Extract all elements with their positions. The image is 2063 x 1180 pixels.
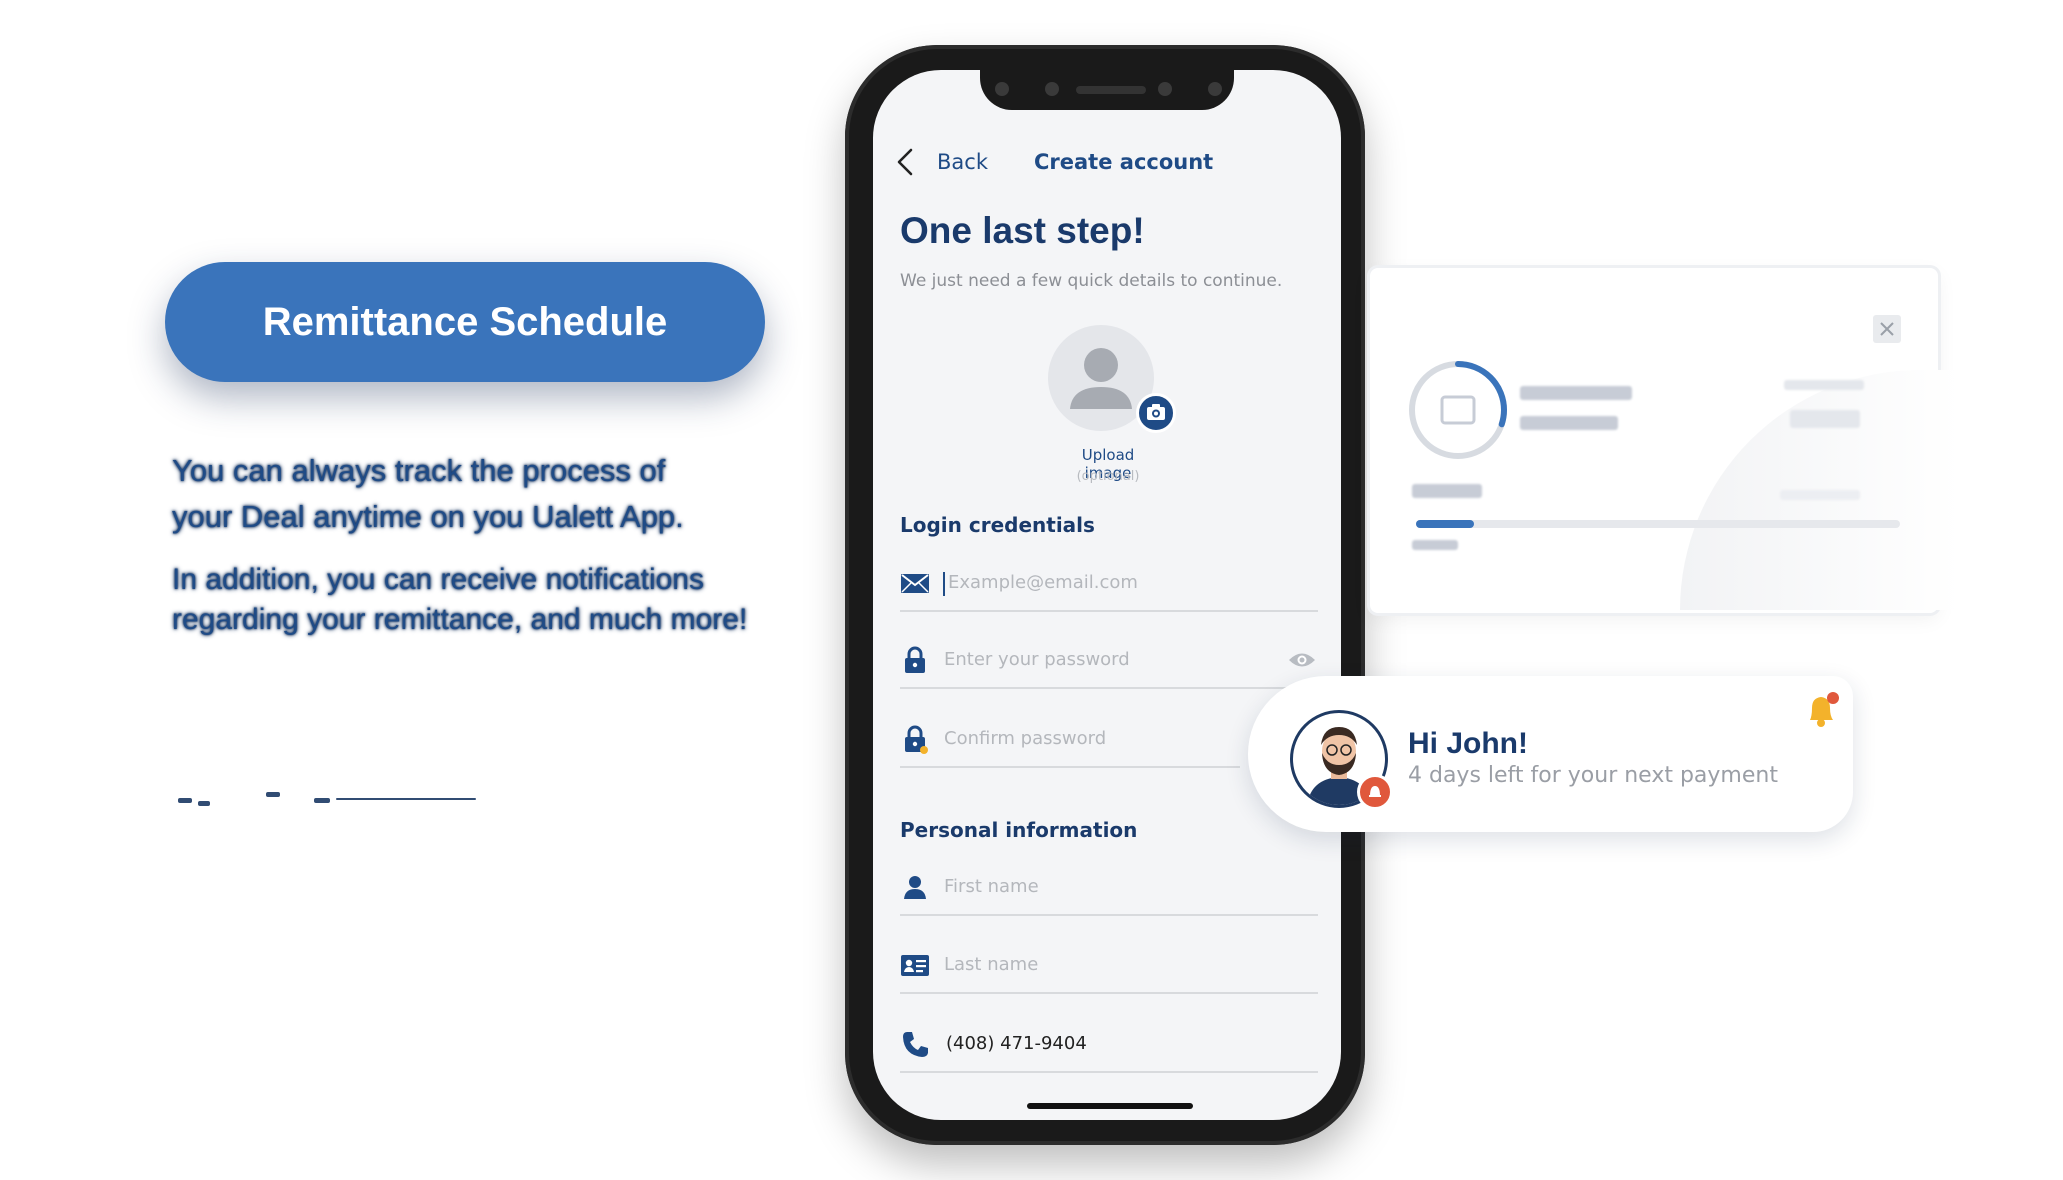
redacted-text [1790, 410, 1860, 428]
envelope-icon [901, 574, 929, 593]
lock-icon [905, 646, 925, 673]
screen-title: Create account [1034, 150, 1214, 174]
confirm-password-field[interactable]: Confirm password [900, 712, 1240, 768]
confirm-password-placeholder: Confirm password [944, 728, 1107, 749]
redacted-text [1520, 386, 1632, 400]
promo-description: You can always track the process of your… [172, 448, 772, 540]
promo-line-2: your Deal anytime on you Ualett App. [172, 499, 684, 534]
page-title: One last step! [900, 210, 1145, 251]
text-cursor [943, 572, 945, 596]
camera-dot [1158, 82, 1172, 96]
login-credentials-heading: Login credentials [900, 513, 1095, 537]
progress-track [1416, 520, 1900, 528]
last-name-field[interactable]: Last name [900, 938, 1318, 994]
last-name-placeholder: Last name [944, 954, 1039, 975]
calendar-icon [1440, 395, 1476, 425]
redacted-text [1412, 484, 1482, 498]
promo-paragraph-2: In addition, you can receive notificatio… [172, 563, 748, 636]
close-icon[interactable] [1873, 315, 1901, 343]
camera-icon[interactable] [1136, 393, 1176, 433]
decorative-dashes [176, 792, 476, 806]
home-indicator [1027, 1103, 1193, 1109]
progress-ring [1409, 361, 1507, 459]
camera-dot [995, 82, 1009, 96]
phone-number-value: (408) 471-9404 [946, 1033, 1087, 1054]
eye-icon[interactable] [1288, 651, 1316, 669]
first-name-placeholder: First name [944, 876, 1039, 897]
redacted-text [1412, 540, 1458, 550]
password-placeholder: Enter your password [944, 649, 1130, 670]
notification-dot [1827, 692, 1839, 704]
promo-line-1: You can always track the process of [172, 453, 666, 488]
progress-fill [1416, 520, 1475, 528]
remittance-schedule-heading: Remittance Schedule [165, 262, 765, 382]
notification-message: 4 days left for your next payment [1408, 763, 1778, 788]
id-card-icon [901, 955, 929, 976]
camera-dot [1208, 82, 1222, 96]
phone-number-field[interactable]: (408) 471-9404 [900, 1017, 1318, 1073]
camera-dot [1045, 82, 1059, 96]
redacted-text [1780, 490, 1860, 500]
page-subtitle: We just need a few quick details to cont… [900, 271, 1283, 291]
first-name-field[interactable]: First name [900, 860, 1318, 916]
back-button[interactable]: Back [937, 150, 988, 174]
alert-badge [1357, 774, 1393, 810]
speaker-grille [1076, 86, 1146, 94]
redacted-text [1520, 416, 1618, 430]
email-field[interactable]: Example@email.com [900, 556, 1318, 612]
bell-icon[interactable] [1804, 690, 1840, 730]
person-icon [904, 876, 926, 899]
lock-warning-icon [905, 725, 928, 754]
upload-optional-note: (optional) [1076, 469, 1140, 484]
password-field[interactable]: Enter your password [900, 633, 1318, 689]
notification-greeting: Hi John! [1408, 727, 1528, 760]
back-chevron-icon[interactable] [893, 147, 917, 177]
redacted-text [1784, 380, 1864, 390]
personal-information-heading: Personal information [900, 818, 1138, 842]
email-placeholder: Example@email.com [948, 572, 1138, 593]
small-bell-icon [1369, 786, 1381, 797]
phone-icon [903, 1032, 928, 1057]
